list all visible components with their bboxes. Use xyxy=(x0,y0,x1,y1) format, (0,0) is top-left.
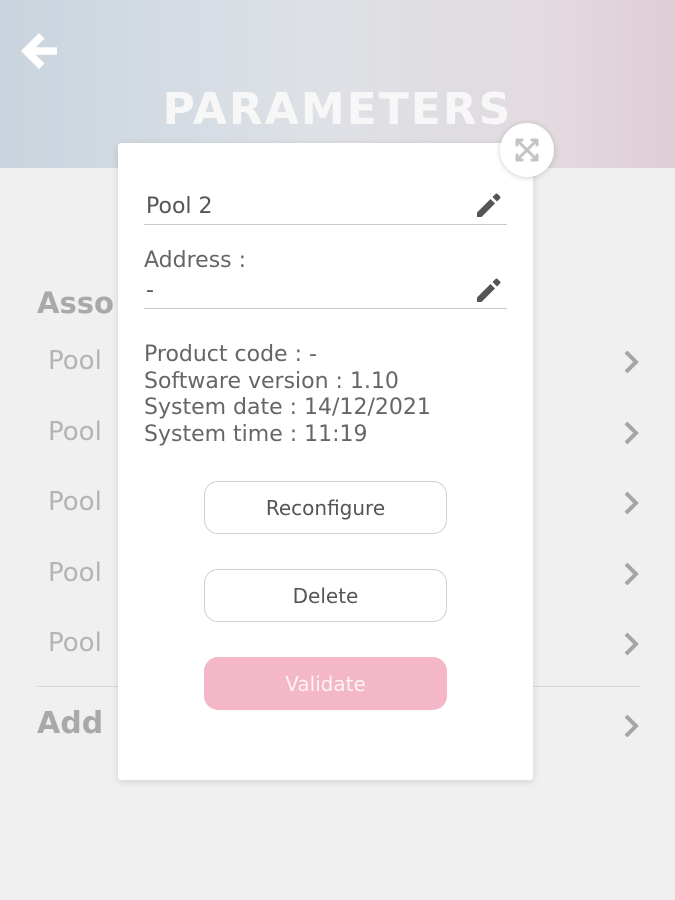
list-item-label: Pool xyxy=(48,558,102,588)
close-icon xyxy=(515,138,539,162)
pool-name-value: Pool 2 xyxy=(146,194,213,219)
address-value: - xyxy=(146,278,154,303)
validate-button[interactable]: Validate xyxy=(204,657,447,710)
page-title: PARAMETERS xyxy=(162,84,513,135)
list-item-label: Pool xyxy=(48,417,102,447)
delete-button[interactable]: Delete xyxy=(204,569,447,622)
section-title: Asso xyxy=(37,286,114,320)
list-item-label: Pool xyxy=(48,487,102,517)
reconfigure-button[interactable]: Reconfigure xyxy=(204,481,447,534)
device-info: Product code : - Software version : 1.10… xyxy=(144,342,507,448)
chevron-right-icon xyxy=(624,491,639,515)
arrow-left-icon xyxy=(21,33,57,69)
edit-name-button[interactable] xyxy=(473,189,505,221)
pencil-icon xyxy=(477,278,501,302)
chevron-right-icon xyxy=(624,421,639,445)
system-time: System time : 11:19 xyxy=(144,421,368,447)
edit-address-button[interactable] xyxy=(473,274,505,306)
address-field[interactable]: Address : - xyxy=(144,246,507,309)
pool-name-field[interactable]: Pool 2 xyxy=(144,187,507,225)
list-item-label: Pool xyxy=(48,628,102,658)
chevron-right-icon xyxy=(624,714,639,738)
chevron-right-icon xyxy=(624,562,639,586)
chevron-right-icon xyxy=(624,632,639,656)
product-code: Product code : - xyxy=(144,342,317,367)
software-version: Software version : 1.10 xyxy=(144,368,399,394)
pencil-icon xyxy=(477,193,501,217)
address-caption: Address : xyxy=(144,248,247,273)
pool-settings-dialog: Pool 2 Address : - Product code : - Soft… xyxy=(118,143,533,780)
chevron-right-icon xyxy=(624,350,639,374)
list-item-label: Pool xyxy=(48,346,102,376)
close-button[interactable] xyxy=(500,123,554,177)
add-pool-label: Add xyxy=(37,706,104,741)
system-date: System date : 14/12/2021 xyxy=(144,395,431,420)
back-button[interactable] xyxy=(14,26,64,76)
